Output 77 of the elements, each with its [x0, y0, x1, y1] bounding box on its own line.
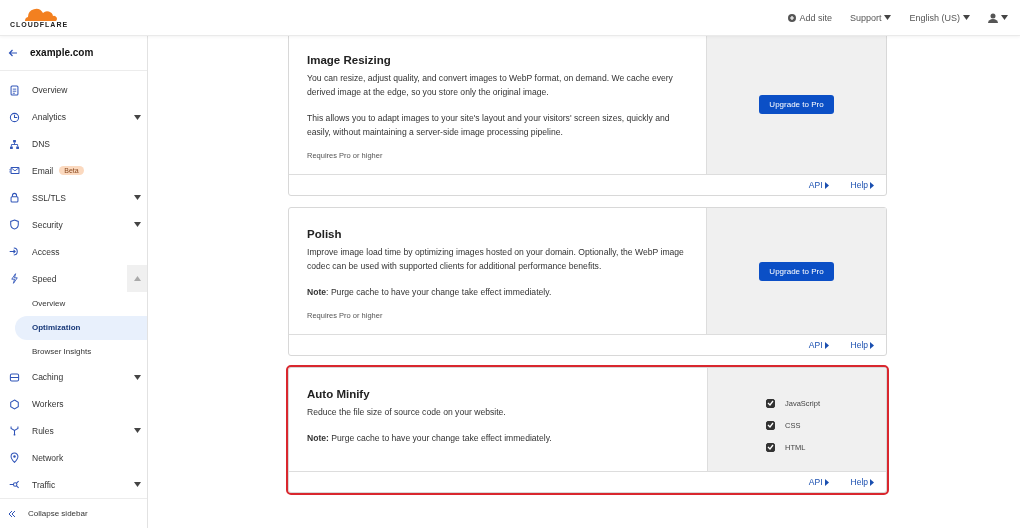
card-description: Improve image load time by optimizing images hosted on your domain. Optionally, the WebP image codec can be used with supported clients for additional performance benefits. — [307, 246, 685, 273]
hexagon-icon — [9, 398, 20, 410]
check-icon — [767, 444, 774, 450]
shield-icon — [9, 219, 20, 231]
card-title: Auto Minify — [307, 388, 371, 400]
upgrade-button[interactable]: Upgrade to Pro — [759, 261, 834, 281]
api-link[interactable]: API — [808, 180, 829, 190]
sign-in-icon — [9, 246, 20, 258]
support-menu[interactable]: Support — [849, 12, 892, 23]
caret-icon — [884, 15, 892, 20]
help-link[interactable]: Help — [850, 477, 874, 487]
api-link[interactable]: API — [808, 340, 829, 350]
triangle-icon — [824, 181, 829, 189]
sidebar-subitem[interactable]: Overview — [0, 292, 147, 316]
check-icon — [767, 422, 774, 428]
sidebar-subitem[interactable]: Browser Insights — [0, 339, 147, 364]
sidebar-item[interactable]: SSL/TLS — [0, 184, 147, 212]
card-description: Reduce the file size of source code on your website. — [307, 406, 507, 419]
help-link[interactable]: Help — [850, 340, 874, 350]
document-icon — [9, 84, 20, 96]
plus-circle-icon — [788, 13, 797, 22]
network-icon — [9, 138, 20, 150]
user-menu[interactable] — [988, 12, 1008, 23]
sidebar-item[interactable]: Overview — [0, 76, 147, 104]
checkbox[interactable] — [766, 442, 775, 452]
card-description: Note: Purge cache to have your change take effect immediately. — [307, 286, 553, 299]
card-description: You can resize, adjust quality, and convert images to WebP format, on demand. We cache every derived image at the edge, so you store only the original image. — [307, 72, 674, 99]
triangle-icon — [870, 341, 874, 349]
card-title: Image Resizing — [307, 54, 392, 66]
caret-icon — [133, 276, 141, 282]
add-site-button[interactable]: Add site — [788, 12, 832, 23]
triangle-icon — [824, 478, 829, 486]
caret-icon — [133, 195, 141, 201]
lock-icon — [9, 192, 20, 204]
upgrade-button[interactable]: Upgrade to Pro — [759, 94, 834, 114]
triangle-icon — [824, 341, 829, 349]
double-chevron-icon — [8, 509, 16, 518]
sidebar-item[interactable]: Caching — [0, 363, 147, 391]
envelope-icon — [9, 165, 20, 177]
user-icon — [988, 12, 998, 23]
language-menu[interactable]: English (US) — [909, 12, 970, 23]
caret-icon — [963, 15, 970, 20]
clock-icon — [9, 111, 20, 123]
sidebar-item[interactable]: Rules — [0, 417, 147, 445]
fork-icon — [9, 425, 20, 437]
location-pin-icon — [9, 452, 20, 464]
caret-icon — [133, 374, 141, 380]
sidebar-item[interactable]: Workers — [0, 390, 147, 418]
caret-icon — [1001, 15, 1008, 20]
api-link[interactable]: API — [808, 477, 829, 487]
caret-icon — [133, 482, 141, 488]
sidebar-item[interactable]: Network — [0, 444, 147, 472]
caret-icon — [133, 428, 141, 434]
sidebar-item[interactable]: Traffic — [0, 471, 147, 499]
sidebar-subitem[interactable]: Optimization — [15, 315, 147, 340]
sidebar-item[interactable]: Speed — [0, 265, 147, 292]
collapse-sidebar-button[interactable]: Collapse sidebar — [0, 498, 147, 528]
back-arrow-icon[interactable] — [8, 47, 18, 58]
card-description: Note: Purge cache to have your change take effect immediately. — [307, 432, 553, 445]
card-title: Polish — [307, 228, 343, 240]
sidebar-item[interactable]: DNS — [0, 130, 147, 158]
checkbox[interactable] — [766, 420, 775, 430]
triangle-icon — [870, 478, 874, 486]
triangle-icon — [870, 181, 874, 189]
sidebar-item[interactable]: Analytics — [0, 103, 147, 131]
caret-icon — [133, 222, 141, 228]
domain-name: example.com — [30, 47, 94, 59]
traffic-icon — [9, 479, 20, 491]
sidebar-item[interactable]: Security — [0, 211, 147, 239]
sidebar-item[interactable]: Access — [0, 238, 147, 266]
help-link[interactable]: Help — [850, 180, 874, 190]
caret-icon — [133, 114, 141, 120]
lightning-icon — [9, 273, 20, 285]
drive-icon — [9, 371, 20, 383]
checkbox[interactable] — [766, 398, 775, 408]
card-description: This allows you to adapt images to your site's layout and your visitors' screen sizes, quickly and easily, without maintaining a server-side image processing pipeline. — [307, 112, 671, 139]
check-icon — [767, 400, 774, 406]
